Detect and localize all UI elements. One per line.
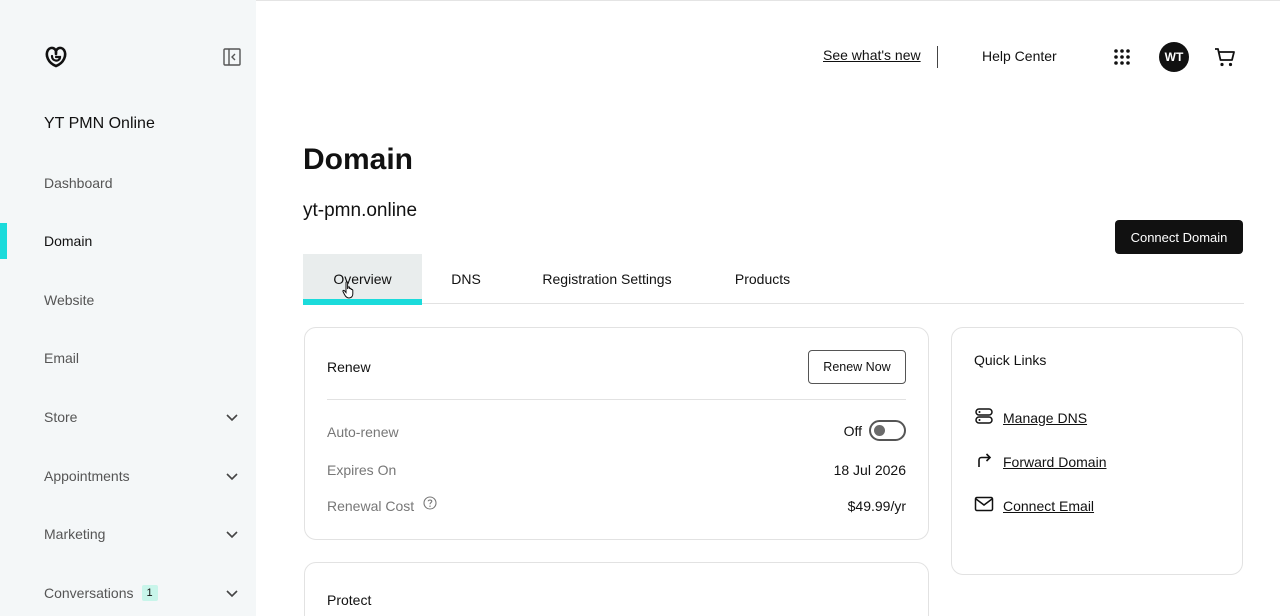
godaddy-logo-icon[interactable] [42, 43, 70, 71]
sidebar-item-store[interactable]: Store [0, 399, 256, 435]
sidebar-item-domain[interactable]: Domain [0, 223, 256, 259]
cart-icon[interactable] [1213, 45, 1237, 69]
connect-domain-button[interactable]: Connect Domain [1115, 220, 1243, 254]
envelope-icon [974, 496, 994, 512]
sidebar-item-label: Appointments [44, 468, 130, 484]
header-border [256, 0, 1280, 1]
whats-new-link[interactable]: See what's new [823, 47, 921, 63]
page-title: Domain [303, 143, 414, 176]
sidebar-item-conversations[interactable]: Conversations 1 [0, 575, 256, 611]
expires-on-value: 18 Jul 2026 [833, 462, 906, 478]
sidebar-item-label: Conversations [44, 585, 134, 601]
auto-renew-toggle[interactable] [869, 420, 906, 441]
renewal-cost-value: $49.99/yr [847, 498, 906, 514]
domain-name: yt-pmn.online [303, 200, 418, 221]
sidebar-item-label: Website [44, 292, 95, 308]
sidebar: YT PMN Online Dashboard Domain Website E… [0, 0, 256, 616]
chevron-down-icon[interactable] [224, 585, 240, 601]
renew-card-title: Renew [327, 359, 371, 375]
header-divider [937, 46, 938, 68]
help-circle-icon[interactable] [423, 496, 437, 510]
chevron-down-icon[interactable] [224, 468, 240, 484]
collapse-sidebar-icon[interactable] [222, 47, 242, 67]
tab-products[interactable]: Products [727, 254, 798, 304]
sidebar-item-label: Dashboard [44, 175, 113, 191]
help-center-link[interactable]: Help Center [982, 48, 1057, 64]
auto-renew-label: Auto-renew [327, 424, 399, 440]
connect-email-link[interactable]: Connect Email [1003, 498, 1094, 514]
domain-tabs: Overview DNS Registration Settings Produ… [303, 254, 1244, 305]
expires-on-label: Expires On [327, 462, 397, 478]
manage-dns-link[interactable]: Manage DNS [1003, 410, 1087, 426]
sidebar-item-label: Email [44, 350, 80, 366]
tab-registration-settings[interactable]: Registration Settings [533, 254, 681, 304]
toggle-knob [874, 425, 885, 436]
quick-links-title: Quick Links [974, 352, 1047, 368]
tab-overview[interactable]: Overview [303, 254, 422, 305]
server-icon [975, 408, 993, 424]
site-name: YT PMN Online [44, 115, 155, 132]
forward-arrow-icon [978, 453, 992, 467]
sidebar-item-label: Store [44, 409, 78, 425]
tab-label: DNS [451, 271, 481, 287]
tab-label: Products [734, 271, 791, 287]
user-avatar[interactable]: WT [1159, 42, 1189, 72]
tab-label: Registration Settings [542, 271, 672, 287]
forward-domain-link[interactable]: Forward Domain [1003, 454, 1106, 470]
renewal-cost-label: Renewal Cost [327, 498, 415, 514]
sidebar-item-dashboard[interactable]: Dashboard [0, 165, 256, 201]
apps-grid-icon[interactable] [1113, 48, 1131, 66]
sidebar-item-label: Marketing [44, 526, 106, 542]
card-divider [327, 399, 906, 400]
sidebar-item-website[interactable]: Website [0, 282, 256, 318]
sidebar-item-label: Domain [44, 233, 93, 249]
notification-badge: 1 [141, 585, 158, 601]
hand-cursor-icon [342, 281, 354, 299]
tab-dns[interactable]: DNS [445, 254, 487, 304]
renew-now-button[interactable]: Renew Now [808, 350, 906, 384]
auto-renew-status: Off [843, 423, 862, 439]
protect-card [304, 562, 929, 616]
chevron-down-icon[interactable] [224, 409, 240, 425]
sidebar-item-email[interactable]: Email [0, 340, 256, 376]
active-tab-indicator [303, 299, 422, 305]
chevron-down-icon[interactable] [224, 526, 240, 542]
protect-card-title: Protect [327, 592, 372, 608]
sidebar-item-appointments[interactable]: Appointments [0, 458, 256, 494]
sidebar-item-marketing[interactable]: Marketing [0, 516, 256, 552]
